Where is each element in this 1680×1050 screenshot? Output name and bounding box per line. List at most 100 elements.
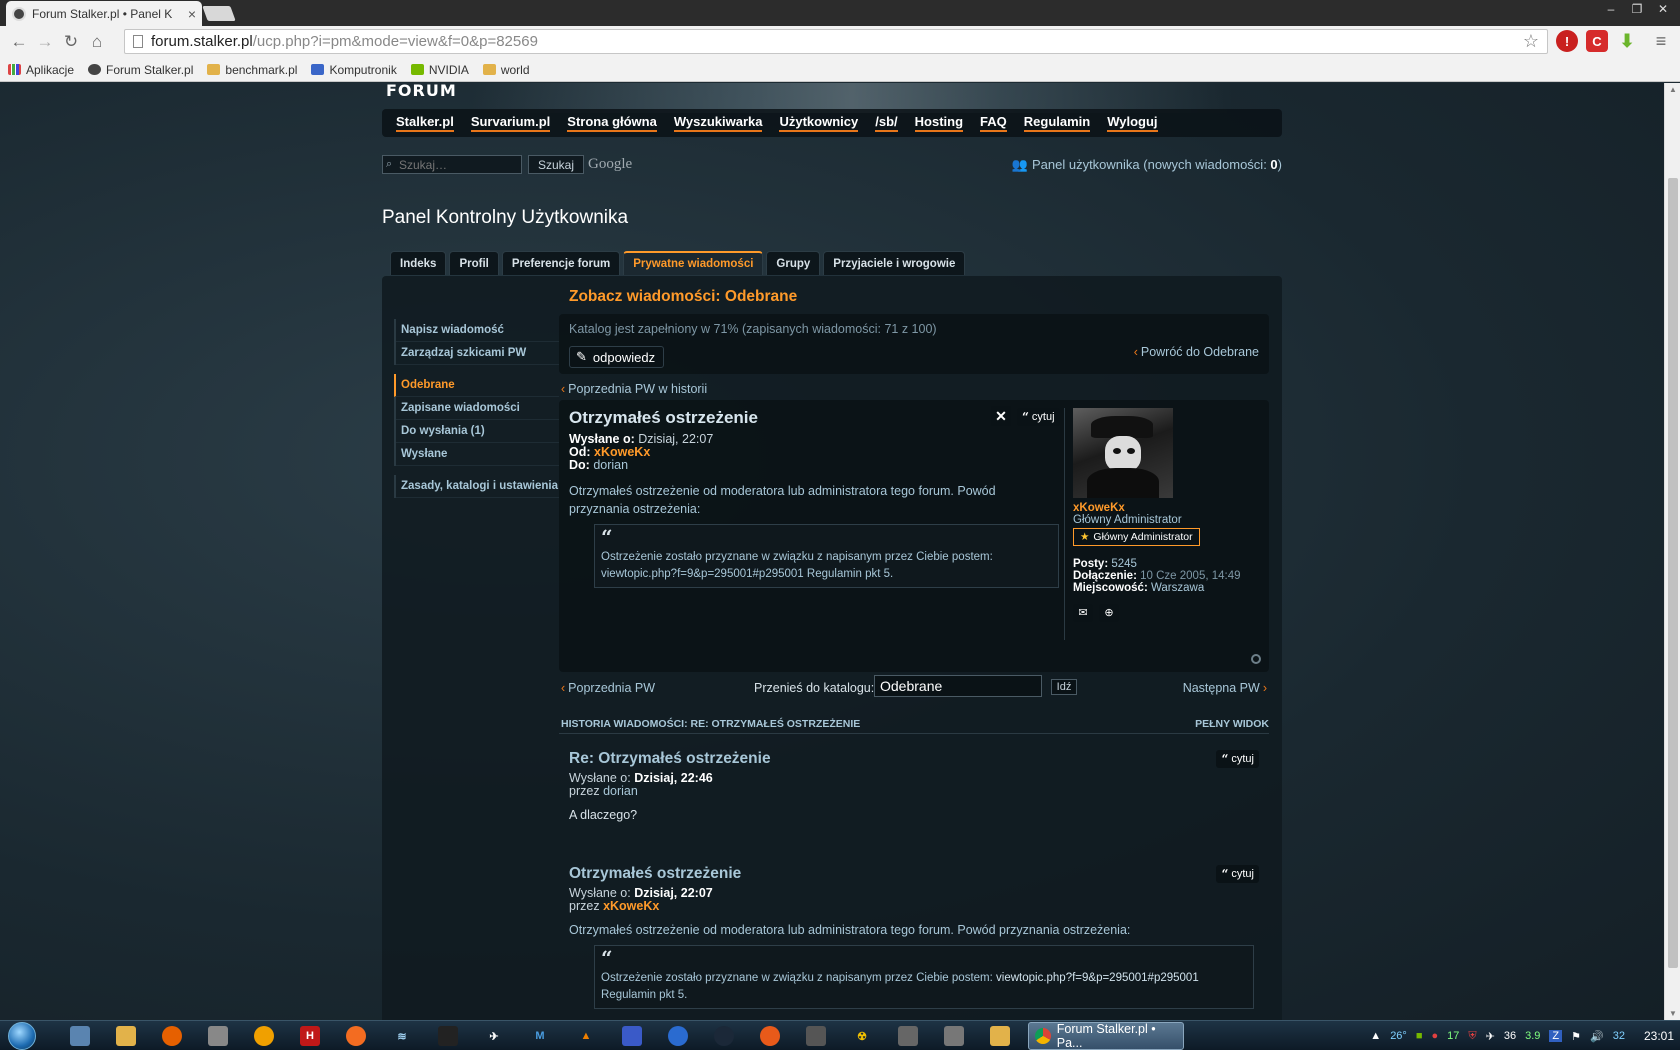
sidebar-item-inbox[interactable]: Odebrane — [394, 374, 559, 398]
bookmark-nvidia[interactable]: NVIDIA — [410, 63, 469, 77]
antivirus-tray-icon[interactable]: ⛨ — [1468, 1030, 1476, 1043]
quote-button[interactable]: “cytuj — [1216, 865, 1259, 883]
bookmark-benchmark[interactable]: benchmark.pl — [207, 63, 297, 77]
nav-hosting[interactable]: Hosting — [914, 114, 964, 132]
nav-sb[interactable]: /sb/ — [875, 114, 898, 132]
stalker-icon[interactable] — [944, 1026, 964, 1046]
nav-logout[interactable]: Wyloguj — [1107, 114, 1158, 132]
folder-select[interactable]: Odebrane — [874, 675, 1042, 697]
start-button[interactable] — [8, 1022, 36, 1050]
previous-pm-link[interactable]: ‹ Poprzednia PW — [561, 681, 655, 695]
back-to-top-icon[interactable] — [1251, 654, 1261, 664]
nav-home[interactable]: Strona główna — [567, 114, 657, 132]
app-orange-icon[interactable] — [254, 1026, 274, 1046]
tab-close-icon[interactable]: × — [188, 6, 196, 22]
nav-stalker[interactable]: Stalker.pl — [396, 114, 454, 132]
tab-friends-foes[interactable]: Przyjaciele i wrogowie — [823, 251, 966, 275]
history-post-author[interactable]: xKoweKx — [603, 899, 659, 913]
google-label[interactable]: Google — [588, 156, 632, 173]
tab-profile[interactable]: Profil — [449, 251, 499, 275]
radiation-icon[interactable]: ☢ — [852, 1026, 872, 1046]
scroll-up-icon[interactable]: ▲ — [1669, 85, 1677, 94]
forward-arrow-icon[interactable]: → — [32, 29, 58, 55]
floppy-icon[interactable] — [622, 1026, 642, 1046]
go-button[interactable]: Idź — [1051, 679, 1077, 695]
h-app-icon[interactable]: H — [300, 1026, 320, 1046]
user-panel-link[interactable]: 👥 Panel użytkownika (nowych wiadomości: 0… — [1012, 157, 1282, 173]
volume-icon[interactable]: 🔊 — [1590, 1030, 1604, 1043]
sidebar-item-saved[interactable]: Zapisane wiadomości — [396, 397, 559, 421]
plane-icon[interactable]: ✈ — [484, 1026, 504, 1046]
tab-index[interactable]: Indeks — [390, 251, 447, 275]
tool-icon[interactable] — [208, 1026, 228, 1046]
full-view-link[interactable]: PEŁNY WIDOK — [1195, 718, 1269, 730]
network-tray-icon[interactable]: ● — [1431, 1030, 1438, 1042]
notes-icon[interactable] — [990, 1026, 1010, 1046]
bookmark-forum-stalker[interactable]: Forum Stalker.pl — [88, 63, 193, 77]
minimize-icon[interactable]: ‒ — [1600, 0, 1622, 18]
close-window-icon[interactable]: ✕ — [1652, 0, 1674, 18]
history-post-title[interactable]: Otrzymałeś ostrzeżenie — [569, 865, 741, 883]
chrome-menu-icon[interactable]: ≡ — [1650, 30, 1672, 52]
c-extension-icon[interactable]: C — [1586, 30, 1608, 52]
website-icon[interactable]: ⊕ — [1099, 604, 1119, 622]
download-extension-icon[interactable]: ⬇ — [1616, 30, 1638, 52]
forum-logo[interactable]: FORUM — [386, 83, 457, 100]
origin-icon[interactable] — [346, 1026, 366, 1046]
nvidia-tray-icon[interactable]: ■ — [1416, 1030, 1423, 1042]
scrollbar-thumb[interactable] — [1668, 178, 1678, 968]
history-post-author[interactable]: dorian — [603, 784, 638, 798]
plane-tray-icon[interactable]: ✈ — [1486, 1030, 1495, 1043]
browser-blue-icon[interactable] — [668, 1026, 688, 1046]
quote-button[interactable]: “cytuj — [1017, 408, 1060, 426]
history-post-title[interactable]: Re: Otrzymałeś ostrzeżenie — [569, 750, 771, 768]
search-button[interactable]: Szukaj — [528, 155, 584, 174]
sidebar-item-outbox[interactable]: Do wysłania (1) — [396, 420, 559, 444]
message-recipient-link[interactable]: dorian — [593, 458, 628, 472]
next-pm-link[interactable]: Następna PW › — [1183, 681, 1267, 695]
tab-private-messages[interactable]: Prywatne wiadomości — [623, 251, 764, 275]
search-input[interactable] — [382, 155, 522, 174]
clock[interactable]: 23:01 — [1644, 1029, 1674, 1043]
firefox-icon[interactable] — [162, 1026, 182, 1046]
scroll-down-icon[interactable]: ▼ — [1669, 1009, 1677, 1018]
home-icon[interactable]: ⌂ — [84, 29, 110, 55]
new-tab-button[interactable] — [202, 6, 236, 21]
bookmark-world[interactable]: world — [482, 63, 530, 77]
address-bar[interactable]: forum.stalker.pl/ucp.php?i=pm&mode=view&… — [124, 29, 1548, 54]
tray-expand-icon[interactable]: ▲ — [1370, 1030, 1381, 1042]
message-author-link[interactable]: xKoweKx — [594, 445, 650, 459]
page-scrollbar[interactable]: ▲ ▼ — [1664, 83, 1680, 1020]
disc-icon[interactable] — [760, 1026, 780, 1046]
vlc-icon[interactable]: ▲ — [576, 1026, 596, 1046]
send-pm-icon[interactable]: ✉ — [1073, 604, 1093, 622]
nav-survarium[interactable]: Survarium.pl — [470, 114, 551, 132]
delete-message-button[interactable]: ✕ — [991, 406, 1011, 426]
malwarebytes-icon[interactable]: M — [530, 1026, 550, 1046]
previous-pm-history-link[interactable]: ‹ Poprzednia PW w historii — [561, 382, 707, 396]
sidebar-item-rules-folders-settings[interactable]: Zasady, katalogi i ustawienia — [396, 475, 559, 499]
nav-users[interactable]: Użytkownicy — [779, 114, 859, 132]
reply-button[interactable]: ✎ odpowiedz — [569, 346, 665, 368]
back-arrow-icon[interactable]: ← — [6, 29, 32, 55]
folder-icon[interactable] — [116, 1026, 136, 1046]
bookmark-komputronik[interactable]: Komputronik — [311, 63, 397, 77]
sidebar-item-compose[interactable]: Napisz wiadomość — [396, 319, 559, 343]
back-to-inbox-link[interactable]: ‹ Powróć do Odebrane — [1134, 345, 1259, 359]
nav-search[interactable]: Wyszukiwarka — [673, 114, 763, 132]
wifi-icon[interactable]: ≋ — [392, 1026, 412, 1046]
adblock-extension-icon[interactable]: ! — [1556, 30, 1578, 52]
flag-tray-icon[interactable]: ⚑ — [1571, 1030, 1581, 1043]
profile-username[interactable]: xKoweKx — [1073, 502, 1258, 514]
sidebar-item-drafts[interactable]: Zarządzaj szkicami PW — [396, 342, 559, 366]
quote-button[interactable]: “cytuj — [1216, 750, 1259, 768]
nav-rules[interactable]: Regulamin — [1023, 114, 1091, 132]
sidebar-item-sent[interactable]: Wysłane — [396, 443, 559, 467]
game-icon[interactable] — [806, 1026, 826, 1046]
quoted-post-link[interactable]: viewtopic.php?f=9&p=295001#p295001 — [996, 972, 1199, 984]
terminal-icon[interactable] — [438, 1026, 458, 1046]
steam-icon[interactable] — [714, 1026, 734, 1046]
browser-tab-active[interactable]: Forum Stalker.pl • Panel K × — [6, 1, 202, 26]
bookmark-star-icon[interactable]: ☆ — [1523, 31, 1539, 52]
bookmark-apps[interactable]: Aplikacje — [8, 63, 74, 77]
